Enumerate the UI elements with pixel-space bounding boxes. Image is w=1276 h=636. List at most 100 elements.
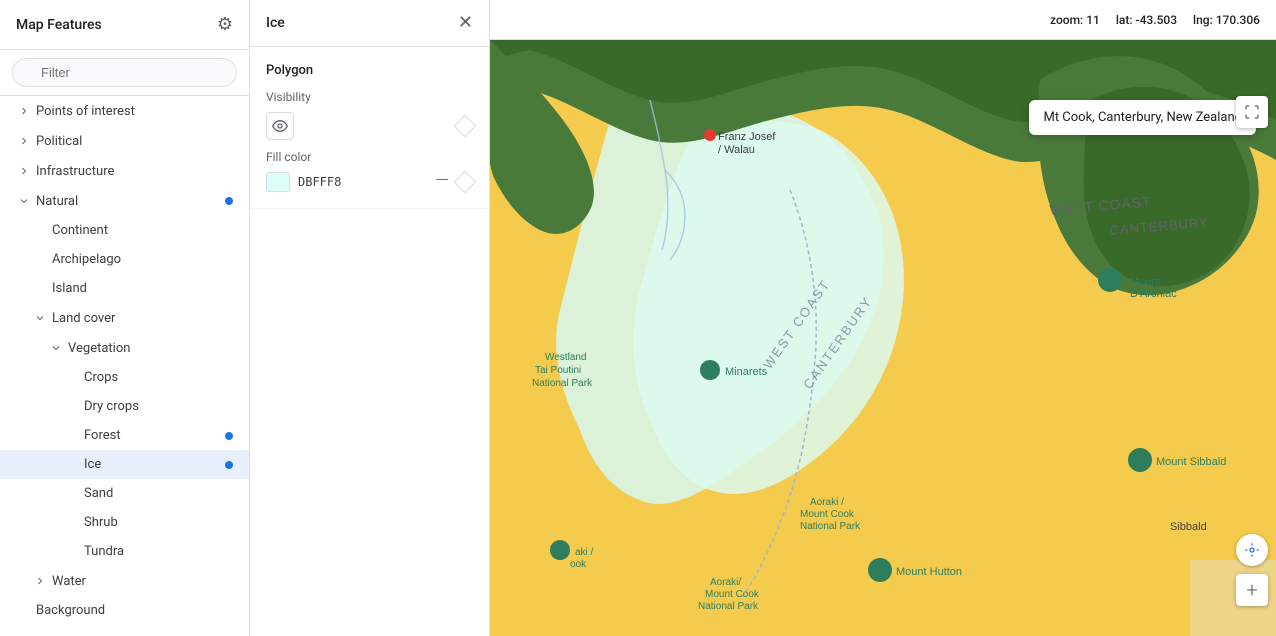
- svg-text:Mount Hutton: Mount Hutton: [896, 566, 962, 578]
- sidebar-item-dry-crops[interactable]: Dry crops: [0, 392, 249, 421]
- nav-tree: Points of interest Political Infrastructur…: [0, 96, 249, 636]
- sidebar-item-label: Continent: [52, 223, 233, 238]
- sidebar-item-label: Points of interest: [36, 104, 233, 119]
- map-zoom: zoom: 11: [1050, 13, 1100, 27]
- sidebar-item-label: Natural: [36, 194, 225, 209]
- detail-type-section: Polygon Visibility Fill color DBFFF8 —: [250, 47, 489, 209]
- chevron-icon: [32, 573, 48, 589]
- sidebar-item-background[interactable]: Background: [0, 596, 249, 625]
- sidebar-item-label: Vegetation: [68, 341, 233, 356]
- sidebar-title: Map Features: [16, 17, 102, 33]
- filter-input[interactable]: [12, 58, 237, 87]
- fill-color-row: DBFFF8 —: [266, 172, 473, 192]
- svg-text:D'Archiac: D'Archiac: [1130, 288, 1177, 300]
- svg-text:Westland: Westland: [545, 352, 587, 363]
- svg-text:National Park: National Park: [698, 601, 759, 612]
- chevron-icon: [16, 133, 32, 149]
- svg-text:Mount: Mount: [1130, 276, 1161, 288]
- sidebar-item-label: Background: [36, 603, 233, 618]
- color-value: DBFFF8: [298, 175, 341, 189]
- map-canvas[interactable]: Franz Josef / Walau WEST COAST CANTERBUR…: [490, 40, 1276, 636]
- svg-text:Mount Cook: Mount Cook: [800, 509, 855, 520]
- svg-text:Mount Cook: Mount Cook: [705, 589, 760, 600]
- svg-text:Aoraki/: Aoraki/: [710, 577, 741, 588]
- sidebar-item-label: Infrastructure: [36, 164, 233, 179]
- chevron-icon: [16, 103, 32, 119]
- svg-text:aki /: aki /: [575, 547, 594, 558]
- sidebar-item-label: Political: [36, 134, 233, 149]
- svg-text:Tai Poutini: Tai Poutini: [535, 365, 581, 376]
- sidebar-item-land-cover[interactable]: Land cover: [0, 303, 249, 333]
- chevron-icon: [48, 340, 64, 356]
- sidebar-item-shrub[interactable]: Shrub: [0, 508, 249, 537]
- map-area: zoom: 11 lat: -43.503 lng: 170.306: [490, 0, 1276, 636]
- svg-text:Sibbald: Sibbald: [1170, 521, 1207, 533]
- detail-type-label: Polygon: [266, 63, 473, 78]
- sidebar-item-forest[interactable]: Forest: [0, 421, 249, 450]
- sidebar-item-label: Forest: [84, 428, 225, 443]
- svg-text:National Park: National Park: [532, 378, 593, 389]
- svg-text:Franz Josef: Franz Josef: [718, 131, 776, 143]
- visibility-label: Visibility: [266, 90, 473, 104]
- active-dot: [225, 461, 233, 469]
- sidebar-item-water[interactable]: Water: [0, 566, 249, 596]
- chevron-icon: [32, 310, 48, 326]
- fill-color-label: Fill color: [266, 150, 473, 164]
- sidebar-item-label: Crops: [84, 370, 233, 385]
- visibility-row: [266, 112, 473, 140]
- sidebar-item-political[interactable]: Political: [0, 126, 249, 156]
- sidebar-item-label: Island: [52, 281, 233, 296]
- sidebar-item-label: Water: [52, 574, 233, 589]
- svg-text:National Park: National Park: [800, 521, 861, 532]
- filter-bar: [0, 50, 249, 96]
- sidebar-item-label: Dry crops: [84, 399, 233, 414]
- visibility-diamond-icon[interactable]: [454, 115, 477, 138]
- detail-header: Ice ✕: [250, 0, 489, 47]
- active-dot: [225, 432, 233, 440]
- close-icon[interactable]: ✕: [458, 14, 473, 32]
- gear-icon[interactable]: ⚙: [217, 14, 233, 35]
- fullscreen-button[interactable]: [1236, 96, 1268, 128]
- sidebar-item-label: Ice: [84, 457, 225, 472]
- sidebar: Map Features ⚙ Points of interest Politic…: [0, 0, 250, 636]
- detail-title: Ice: [266, 15, 285, 31]
- sidebar-header: Map Features ⚙: [0, 0, 249, 50]
- sidebar-item-tundra[interactable]: Tundra: [0, 537, 249, 566]
- filter-wrap: [12, 58, 237, 87]
- fill-dash-icon: —: [435, 172, 449, 190]
- map-lat: lat: -43.503: [1116, 13, 1177, 27]
- sidebar-item-crops[interactable]: Crops: [0, 363, 249, 392]
- map-tooltip: Mt Cook, Canterbury, New Zealand: [1029, 100, 1256, 135]
- chevron-icon: [16, 163, 32, 179]
- sidebar-item-label: Shrub: [84, 515, 233, 530]
- sidebar-item-natural[interactable]: Natural: [0, 186, 249, 216]
- location-button[interactable]: [1236, 534, 1268, 566]
- sidebar-item-island[interactable]: Island: [0, 274, 249, 303]
- sidebar-item-points-of-interest[interactable]: Points of interest: [0, 96, 249, 126]
- color-swatch[interactable]: [266, 172, 290, 192]
- sidebar-item-vegetation[interactable]: Vegetation: [0, 333, 249, 363]
- sidebar-item-label: Land cover: [52, 311, 233, 326]
- zoom-in-button[interactable]: +: [1236, 574, 1268, 606]
- active-dot: [225, 197, 233, 205]
- svg-text:/ Walau: / Walau: [718, 144, 755, 156]
- detail-panel: Ice ✕ Polygon Visibility Fill color DBFF…: [250, 0, 490, 636]
- chevron-icon: [16, 193, 32, 209]
- fill-color-diamond-icon[interactable]: [454, 171, 477, 194]
- svg-text:Mount Sibbald: Mount Sibbald: [1156, 456, 1226, 468]
- sidebar-item-label: Tundra: [84, 544, 233, 559]
- sidebar-item-sand[interactable]: Sand: [0, 479, 249, 508]
- eye-icon[interactable]: [266, 112, 294, 140]
- sidebar-item-label: Sand: [84, 486, 233, 501]
- sidebar-item-label: Archipelago: [52, 252, 233, 267]
- fill-color-inner: DBFFF8: [266, 172, 341, 192]
- sidebar-item-infrastructure[interactable]: Infrastructure: [0, 156, 249, 186]
- svg-text:ook: ook: [570, 559, 587, 570]
- sidebar-item-ice[interactable]: Ice: [0, 450, 249, 479]
- sidebar-item-continent[interactable]: Continent: [0, 216, 249, 245]
- map-lng: lng: 170.306: [1193, 13, 1260, 27]
- map-topbar: zoom: 11 lat: -43.503 lng: 170.306: [490, 0, 1276, 40]
- svg-text:Minarets: Minarets: [725, 366, 768, 378]
- svg-text:Aoraki /: Aoraki /: [810, 497, 844, 508]
- sidebar-item-archipelago[interactable]: Archipelago: [0, 245, 249, 274]
